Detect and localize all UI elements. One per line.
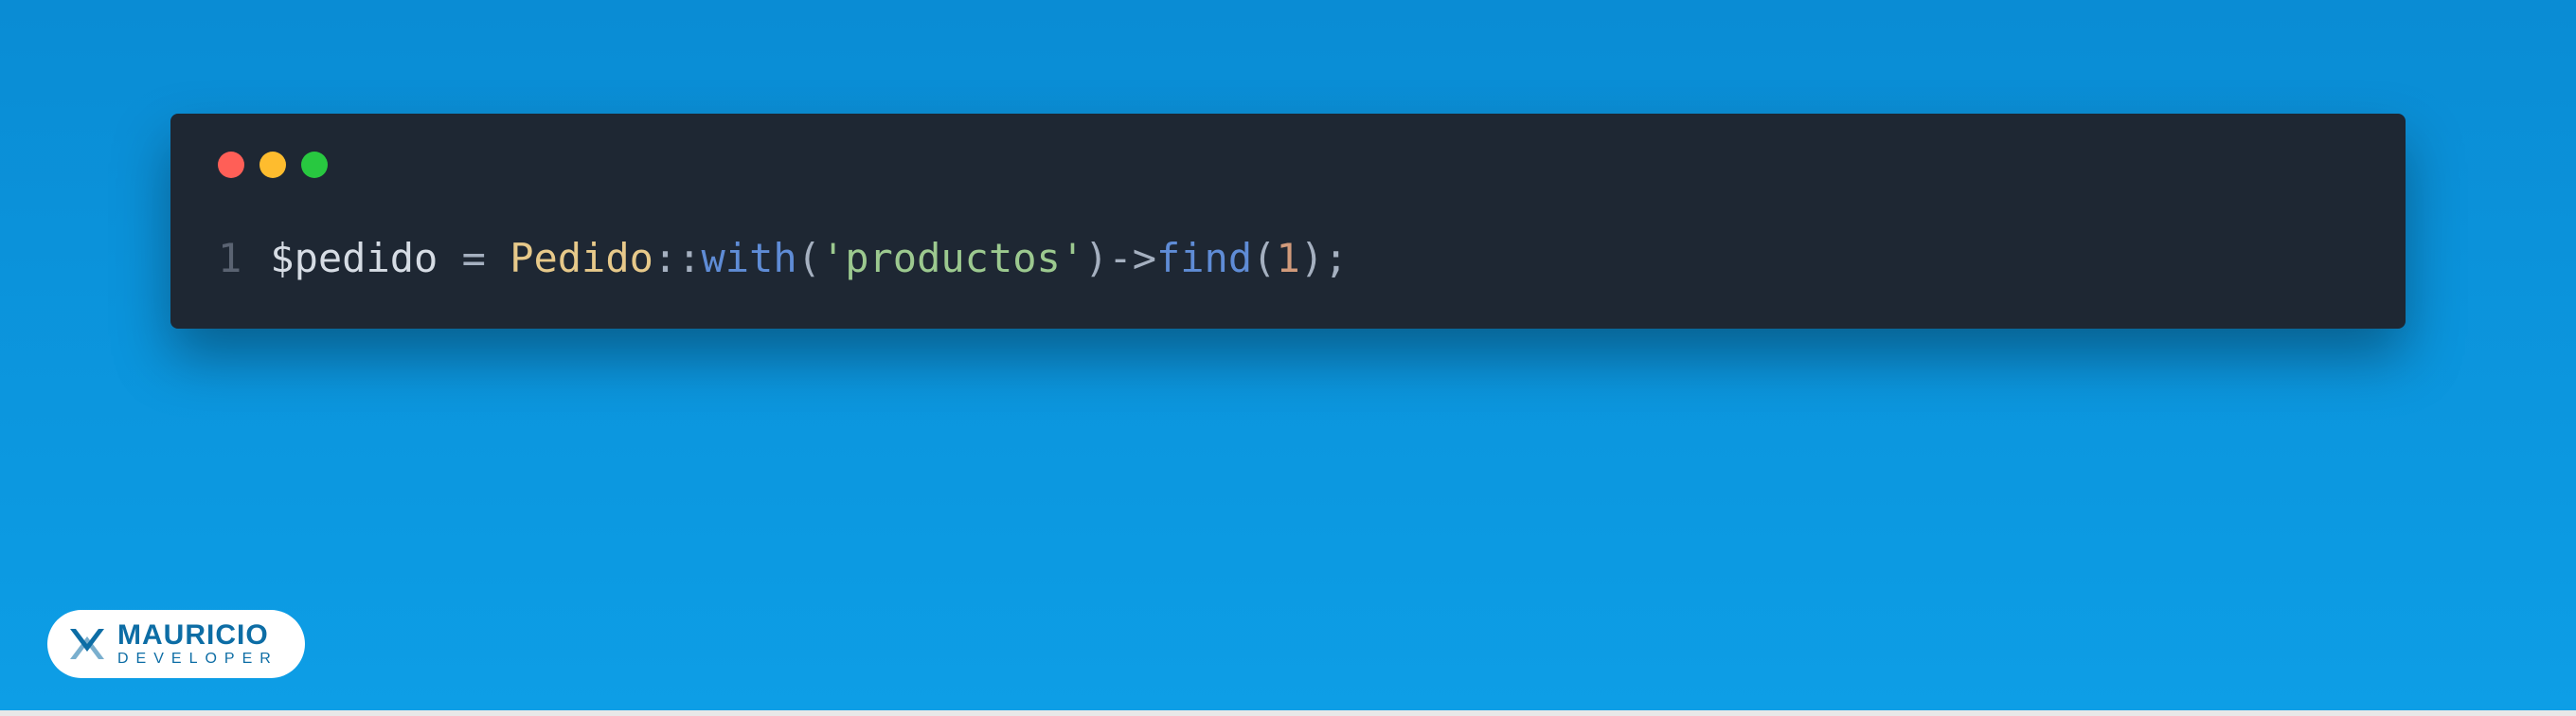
token-string: 'productos' <box>821 235 1084 281</box>
close-icon[interactable] <box>218 152 244 178</box>
token-number: 1 <box>1276 235 1299 281</box>
code-window: 1 $pedido = Pedido::with('productos')->f… <box>170 114 2406 329</box>
code-line: 1 $pedido = Pedido::with('productos')->f… <box>218 235 2358 281</box>
line-number: 1 <box>218 235 242 281</box>
code-content: $pedido = Pedido::with('productos')->fin… <box>270 235 1348 281</box>
token-method: with <box>702 235 797 281</box>
token-method: find <box>1156 235 1252 281</box>
window-controls <box>218 152 2358 178</box>
minimize-icon[interactable] <box>259 152 286 178</box>
logo-badge: MAURICIO DEVELOPER <box>47 610 305 678</box>
token-paren: ( <box>1252 235 1276 281</box>
logo-icon <box>66 623 108 665</box>
token-paren: ) <box>1300 235 1324 281</box>
bottom-divider <box>0 710 2576 716</box>
token-scope: :: <box>653 235 702 281</box>
maximize-icon[interactable] <box>301 152 328 178</box>
logo-subtitle: DEVELOPER <box>117 652 278 667</box>
token-semicolon: ; <box>1324 235 1348 281</box>
token-variable: $pedido <box>270 235 438 281</box>
token-paren: ( <box>797 235 821 281</box>
token-paren: ) <box>1084 235 1108 281</box>
token-arrow: -> <box>1108 235 1156 281</box>
token-assign: = <box>462 235 486 281</box>
token-class: Pedido <box>510 235 653 281</box>
logo-text: MAURICIO DEVELOPER <box>117 621 278 667</box>
logo-name: MAURICIO <box>117 621 278 650</box>
